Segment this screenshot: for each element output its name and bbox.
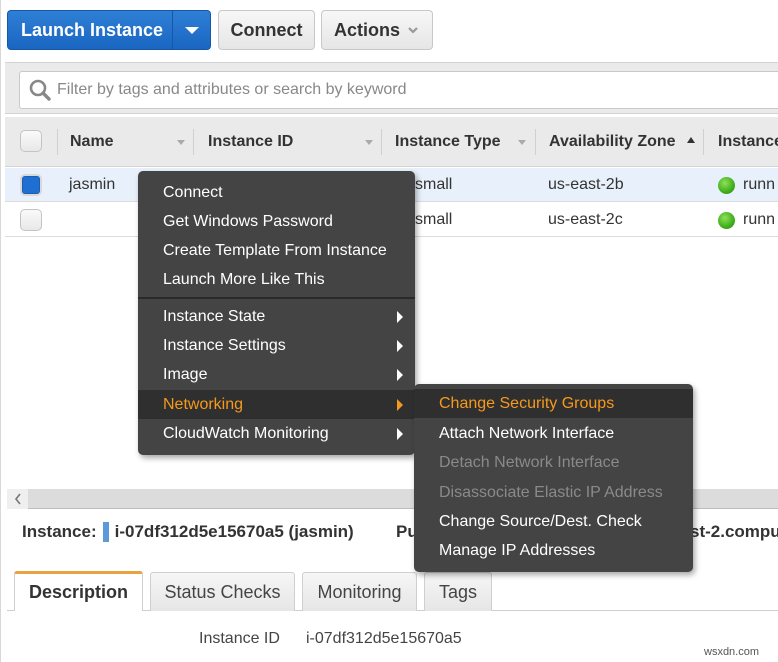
column-header-instance-type[interactable]: Instance Type — [395, 117, 501, 167]
submenu-item-manage-ip-addresses[interactable]: Manage IP Addresses — [414, 536, 693, 565]
column-divider — [703, 129, 704, 155]
selected-instance-summary: Instance: i-07df312d5e15670a5 (jasmin) — [22, 522, 354, 542]
menu-item-launch-more[interactable]: Launch More Like This — [138, 265, 415, 294]
column-divider — [535, 129, 536, 155]
menu-item-label: Detach Network Interface — [439, 453, 620, 471]
menu-item-create-template[interactable]: Create Template From Instance — [138, 236, 415, 265]
menu-item-label: Image — [163, 365, 208, 383]
tab-monitoring[interactable]: Monitoring — [302, 572, 417, 611]
menu-item-label: Manage IP Addresses — [439, 541, 596, 559]
menu-item-label: CloudWatch Monitoring — [163, 424, 329, 442]
column-header-instance-id[interactable]: Instance ID — [208, 117, 293, 167]
instance-state: runn — [718, 203, 775, 237]
connect-button[interactable]: Connect — [218, 10, 315, 50]
submenu-item-change-source-dest-check[interactable]: Change Source/Dest. Check — [414, 507, 693, 536]
menu-item-label: Get Windows Password — [163, 212, 333, 230]
submenu-item-attach-network-interface[interactable]: Attach Network Interface — [414, 419, 693, 448]
submenu-item-detach-network-interface: Detach Network Interface — [414, 448, 693, 477]
sort-caret-icon[interactable] — [518, 140, 526, 145]
filter-bar — [5, 62, 778, 114]
sort-caret-icon[interactable] — [365, 140, 373, 145]
caret-right-icon — [397, 339, 403, 352]
instance-id-field-value: i-07df312d5e15670a5 — [306, 630, 462, 647]
public-dns-value: st-2.compu — [690, 522, 778, 541]
menu-item-label: Instance Settings — [163, 336, 286, 354]
actions-label: Actions — [334, 19, 401, 40]
menu-item-label: Disassociate Elastic IP Address — [439, 483, 663, 501]
instance-type: small — [415, 211, 453, 228]
search-input[interactable] — [57, 81, 757, 99]
instance-type: small — [415, 176, 453, 193]
instances-table-header: Name Instance ID Instance Type Availabil… — [5, 117, 778, 167]
row-checkbox[interactable] — [20, 174, 42, 196]
submenu-item-disassociate-elastic-ip: Disassociate Elastic IP Address — [414, 478, 693, 507]
menu-item-label: Networking — [163, 395, 244, 413]
menu-item-label: Create Template From Instance — [163, 241, 387, 259]
menu-item-instance-settings[interactable]: Instance Settings — [138, 331, 415, 360]
sort-ascending-icon[interactable] — [687, 137, 695, 143]
column-header-name[interactable]: Name — [70, 117, 114, 167]
availability-zone: us-east-2c — [548, 211, 623, 228]
instance-id-field-label: Instance ID — [199, 630, 280, 647]
chevron-down-icon — [408, 27, 418, 34]
menu-item-cloudwatch-monitoring[interactable]: CloudWatch Monitoring — [138, 419, 415, 448]
instance-context-menu: Connect Get Windows Password Create Temp… — [138, 171, 415, 455]
menu-item-get-windows-password[interactable]: Get Windows Password — [138, 207, 415, 236]
caret-right-icon — [397, 398, 403, 411]
select-all-checkbox[interactable] — [20, 130, 42, 152]
menu-item-instance-state[interactable]: Instance State — [138, 302, 415, 331]
menu-item-connect[interactable]: Connect — [138, 178, 415, 207]
launch-instance-dropdown-button[interactable] — [172, 11, 210, 49]
menu-item-label: Change Security Groups — [439, 394, 615, 412]
running-status-icon — [718, 176, 735, 194]
instance-name: jasmin — [69, 176, 116, 193]
caret-right-icon — [397, 368, 403, 381]
search-icon — [29, 79, 51, 101]
instance-label: Instance: — [22, 522, 97, 541]
instance-state-label: runn — [743, 211, 776, 228]
menu-separator — [138, 297, 415, 299]
sort-caret-icon[interactable] — [177, 140, 185, 145]
launch-instance-button[interactable]: Launch Instance — [7, 10, 211, 50]
column-divider — [193, 129, 194, 155]
instance-id-name: i-07df312d5e15670a5 (jasmin) — [114, 522, 354, 541]
column-divider — [381, 129, 382, 155]
menu-item-label: Change Source/Dest. Check — [439, 512, 642, 530]
instance-state: runn — [718, 168, 775, 202]
menu-item-label: Connect — [163, 183, 223, 201]
tab-description[interactable]: Description — [14, 571, 143, 611]
actions-button[interactable]: Actions — [321, 10, 433, 50]
row-checkbox[interactable] — [20, 209, 42, 231]
instance-color-marker — [102, 522, 109, 542]
submenu-item-change-security-groups[interactable]: Change Security Groups — [414, 389, 693, 418]
menu-item-label: Instance State — [163, 307, 266, 325]
availability-zone: us-east-2b — [548, 176, 624, 193]
tab-status-checks[interactable]: Status Checks — [150, 572, 295, 611]
scroll-left-button[interactable] — [7, 489, 28, 509]
caret-right-icon — [397, 427, 403, 440]
caret-right-icon — [397, 310, 403, 323]
menu-item-label: Attach Network Interface — [439, 424, 615, 442]
launch-instance-label[interactable]: Launch Instance — [8, 20, 172, 41]
watermark: wsxdn.com — [704, 646, 760, 658]
instance-state-label: runn — [743, 176, 776, 193]
page-left-border — [0, 0, 1, 662]
running-status-icon — [718, 211, 735, 229]
caret-down-icon — [184, 26, 199, 34]
search-field[interactable] — [19, 71, 778, 109]
column-header-instance-state[interactable]: Instance — [718, 117, 778, 167]
menu-item-label: Launch More Like This — [163, 270, 325, 288]
tab-tags[interactable]: Tags — [424, 572, 492, 611]
networking-submenu: Change Security Groups Attach Network In… — [414, 384, 693, 572]
chevron-left-icon — [14, 493, 21, 505]
menu-item-image[interactable]: Image — [138, 360, 415, 389]
column-divider — [57, 129, 58, 155]
menu-item-networking[interactable]: Networking — [138, 390, 415, 419]
column-header-availability-zone[interactable]: Availability Zone — [549, 117, 676, 167]
